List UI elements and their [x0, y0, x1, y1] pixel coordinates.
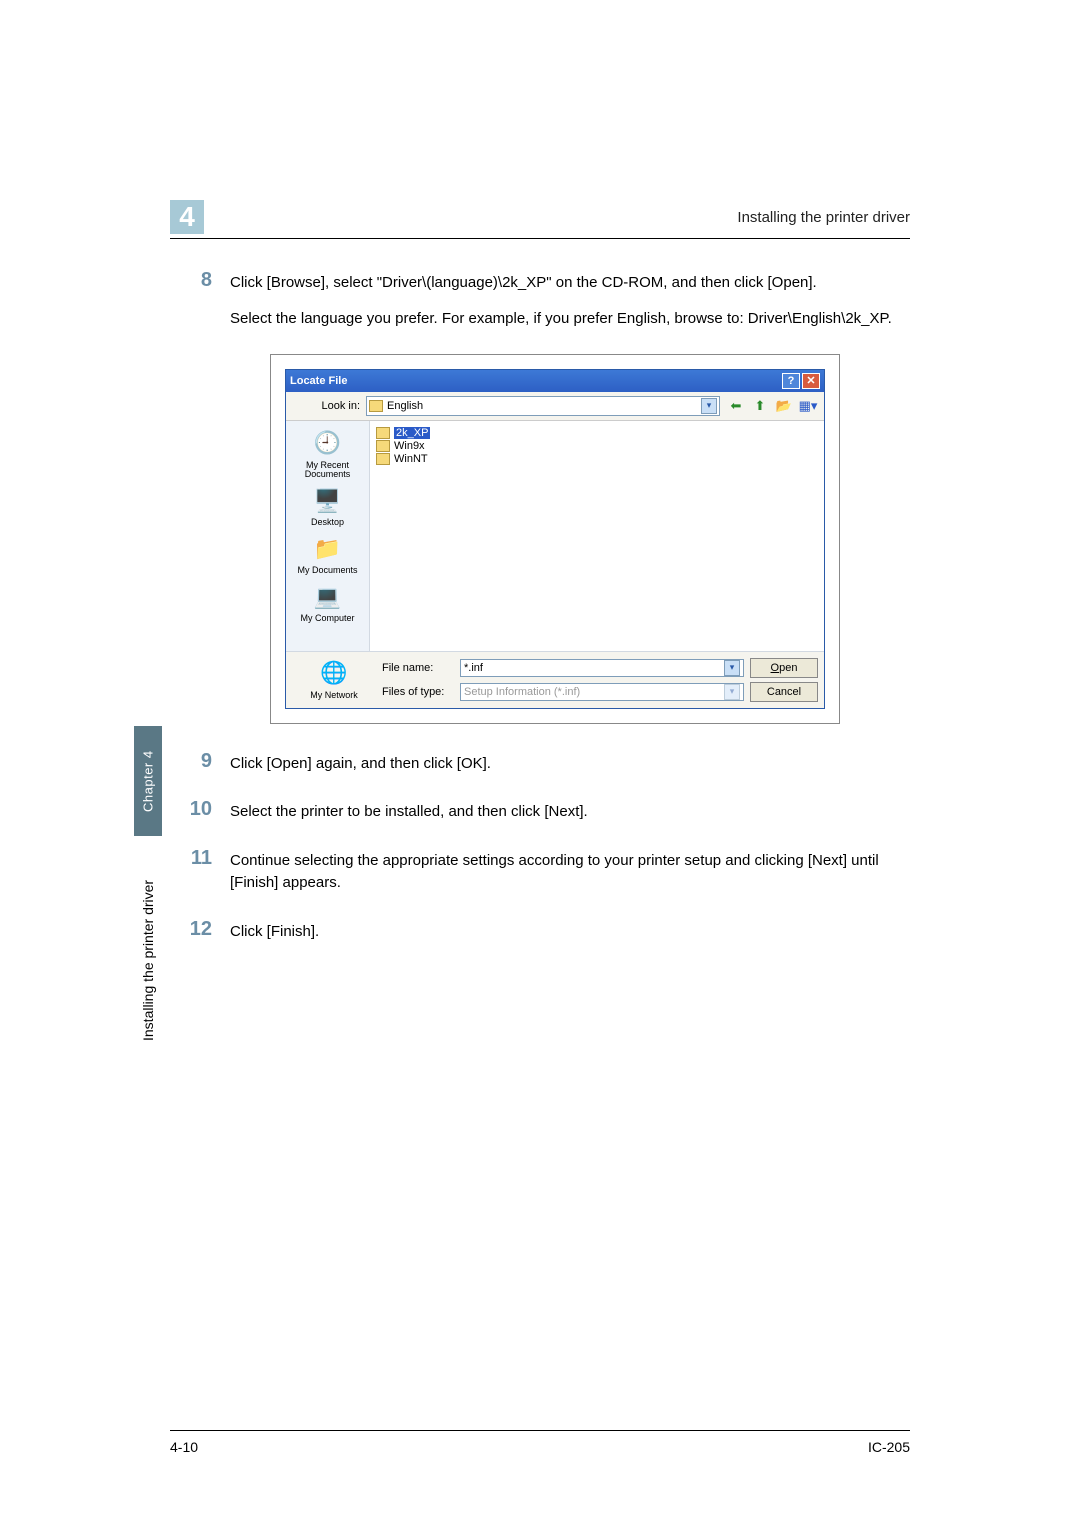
dialog-title: Locate File [290, 375, 347, 387]
step-text: Continue selecting the appropriate setti… [230, 850, 910, 894]
side-chapter-text: Installing the printer driver [134, 840, 162, 1080]
dialog-titlebar: Locate File ? ✕ [286, 370, 824, 392]
step-text: Click [Finish]. [230, 921, 319, 943]
dialog-footer: 🌐 My Network File name: *.inf ▾ Open [286, 651, 824, 708]
file-name: 2k_XP [394, 427, 430, 439]
step-9: 9 Click [Open] again, and then click [OK… [170, 750, 910, 789]
locate-file-dialog: Locate File ? ✕ Look in: English ▾ ⬅ ⬆ 📂 [285, 369, 825, 709]
file-name: WinNT [394, 453, 428, 465]
help-button[interactable]: ? [782, 373, 800, 389]
dialog-screenshot: Locate File ? ✕ Look in: English ▾ ⬅ ⬆ 📂 [270, 354, 840, 724]
file-name: Win9x [394, 440, 425, 452]
chevron-down-icon[interactable]: ▾ [724, 660, 740, 676]
lookin-value: English [387, 400, 701, 412]
folder-icon [376, 453, 390, 465]
recent-icon: 🕘 [312, 429, 344, 459]
doc-model: IC-205 [868, 1439, 910, 1455]
filetype-value: Setup Information (*.inf) [464, 686, 724, 698]
sidebar-label: My Network [310, 690, 358, 700]
chevron-down-icon: ▾ [724, 684, 740, 700]
titlebar-buttons: ? ✕ [782, 373, 820, 389]
chevron-down-icon[interactable]: ▾ [701, 398, 717, 414]
back-icon[interactable]: ⬅ [726, 396, 746, 416]
close-button[interactable]: ✕ [802, 373, 820, 389]
step-text: Click [Open] again, and then click [OK]. [230, 753, 491, 775]
step-12: 12 Click [Finish]. [170, 918, 910, 957]
page-footer: 4-10 IC-205 [170, 1430, 910, 1455]
step-number: 9 [170, 750, 230, 789]
step-body: Click [Open] again, and then click [OK]. [230, 750, 491, 789]
new-folder-icon[interactable]: 📂 [774, 396, 794, 416]
step-number: 11 [170, 847, 230, 908]
file-item-win9x[interactable]: Win9x [376, 440, 818, 452]
bottom-fields: File name: *.inf ▾ Open Files of type: S… [382, 658, 818, 702]
filename-row: File name: *.inf ▾ Open [382, 658, 818, 678]
page-content: 4 Installing the printer driver 8 Click … [170, 200, 910, 966]
sidebar-label: Desktop [311, 518, 344, 528]
sidebar-item-recent[interactable]: 🕘 My Recent Documents [290, 429, 365, 481]
step-text: Click [Browse], select "Driver\(language… [230, 272, 892, 294]
toolbar-icons: ⬅ ⬆ 📂 ▦▾ [726, 396, 818, 416]
folder-icon [376, 440, 390, 452]
open-button[interactable]: Open [750, 658, 818, 678]
file-item-2kxp[interactable]: 2k_XP [376, 427, 818, 439]
sidebar-item-mycomp[interactable]: 💻 My Computer [300, 582, 354, 624]
cancel-button[interactable]: Cancel [750, 682, 818, 702]
page-number: 4-10 [170, 1439, 198, 1455]
up-icon[interactable]: ⬆ [750, 396, 770, 416]
sidebar-item-network[interactable]: 🌐 My Network [292, 658, 376, 700]
step-text: Select the printer to be installed, and … [230, 801, 588, 823]
step-body: Click [Browse], select "Driver\(language… [230, 269, 892, 344]
step-body: Click [Finish]. [230, 918, 319, 957]
step-8: 8 Click [Browse], select "Driver\(langua… [170, 269, 910, 344]
dialog-body: 🕘 My Recent Documents 🖥️ Desktop 📁 My Do… [286, 421, 824, 651]
file-list[interactable]: 2k_XP Win9x WinNT [370, 421, 824, 651]
computer-icon: 💻 [311, 582, 343, 612]
desktop-icon: 🖥️ [312, 486, 344, 516]
network-icon: 🌐 [318, 658, 350, 688]
sidebar-label: My Recent Documents [290, 461, 365, 481]
folder-icon [369, 400, 383, 412]
filetype-row: Files of type: Setup Information (*.inf)… [382, 682, 818, 702]
sidebar-label: My Documents [297, 566, 357, 576]
step-11: 11 Continue selecting the appropriate se… [170, 847, 910, 908]
filetype-combo[interactable]: Setup Information (*.inf) ▾ [460, 683, 744, 701]
side-chapter-tab: Chapter 4 [134, 726, 162, 836]
lookin-label: Look in: [292, 400, 360, 412]
places-sidebar: 🕘 My Recent Documents 🖥️ Desktop 📁 My Do… [286, 421, 370, 651]
step-body: Select the printer to be installed, and … [230, 798, 588, 837]
dialog-toolbar: Look in: English ▾ ⬅ ⬆ 📂 ▦▾ [286, 392, 824, 421]
lookin-combo[interactable]: English ▾ [366, 396, 720, 416]
step-number: 10 [170, 798, 230, 837]
step-body: Continue selecting the appropriate setti… [230, 847, 910, 908]
views-icon[interactable]: ▦▾ [798, 396, 818, 416]
sidebar-item-desktop[interactable]: 🖥️ Desktop [311, 486, 344, 528]
documents-icon: 📁 [312, 534, 344, 564]
filename-input[interactable]: *.inf ▾ [460, 659, 744, 677]
file-item-winnt[interactable]: WinNT [376, 453, 818, 465]
step-text: Select the language you prefer. For exam… [230, 308, 892, 330]
chapter-number-box: 4 [170, 200, 204, 234]
filename-label: File name: [382, 662, 454, 674]
page-header: 4 Installing the printer driver [170, 200, 910, 239]
sidebar-item-mydocs[interactable]: 📁 My Documents [297, 534, 357, 576]
step-number: 8 [170, 269, 230, 344]
header-title: Installing the printer driver [737, 209, 910, 226]
sidebar-label: My Computer [300, 614, 354, 624]
filename-value: *.inf [464, 662, 724, 674]
folder-icon [376, 427, 390, 439]
step-number: 12 [170, 918, 230, 957]
filetype-label: Files of type: [382, 686, 454, 698]
step-10: 10 Select the printer to be installed, a… [170, 798, 910, 837]
